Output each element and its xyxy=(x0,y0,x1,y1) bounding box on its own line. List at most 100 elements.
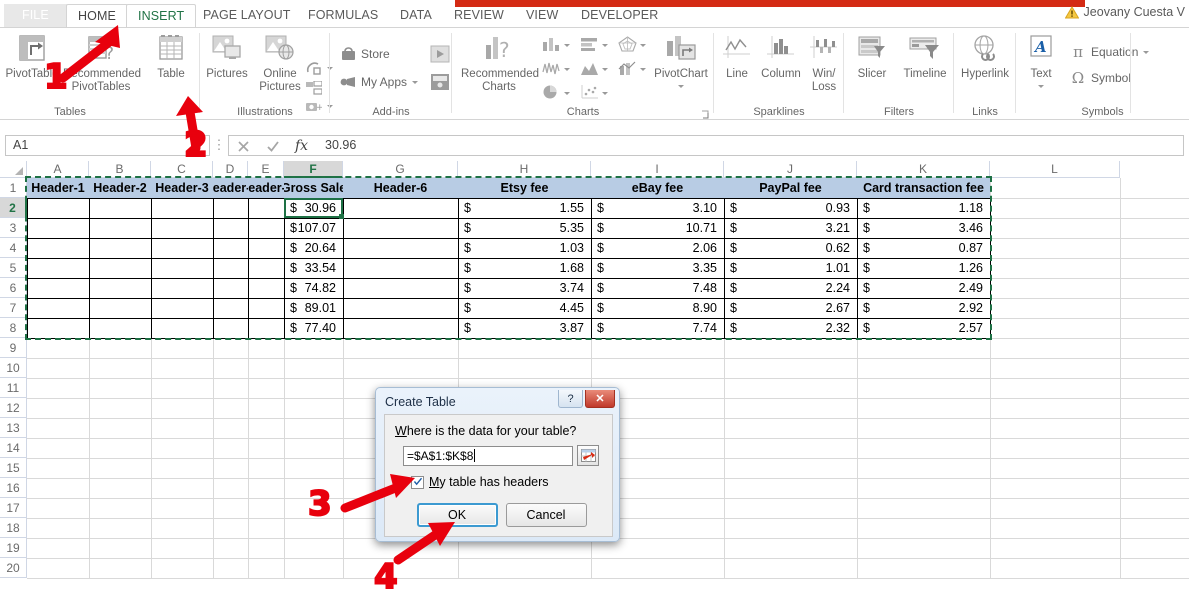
cell-K1[interactable]: Card transaction fee xyxy=(857,178,990,198)
cell-A4[interactable] xyxy=(27,238,89,258)
cell-J5[interactable]: $1.01 xyxy=(724,258,857,278)
cell-H5[interactable]: $1.68 xyxy=(458,258,591,278)
cell-D8[interactable] xyxy=(213,318,248,338)
row-header-13[interactable]: 13 xyxy=(0,418,27,438)
cell-F7[interactable]: $89.01 xyxy=(284,298,343,318)
select-all-corner[interactable] xyxy=(0,161,27,178)
cancel-button[interactable]: Cancel xyxy=(505,503,587,527)
timeline-button[interactable]: Timeline xyxy=(896,31,954,81)
column-header-J[interactable]: J xyxy=(724,161,857,178)
row-header-18[interactable]: 18 xyxy=(0,518,27,538)
recommended-charts-button[interactable]: ? Recommended Charts xyxy=(460,31,539,93)
pie-chart-caret-icon[interactable] xyxy=(564,91,570,95)
dialog-help-button[interactable]: ? xyxy=(558,390,583,408)
row-header-4[interactable]: 4 xyxy=(0,238,27,258)
formula-bar-handle[interactable]: ⋮ xyxy=(210,137,228,153)
cell-I1[interactable]: eBay fee xyxy=(591,178,724,198)
cell-J2[interactable]: $0.93 xyxy=(724,198,857,218)
cell-E8[interactable] xyxy=(248,318,284,338)
row-header-7[interactable]: 7 xyxy=(0,298,27,318)
tab-view[interactable]: VIEW xyxy=(515,4,569,28)
cell-G7[interactable] xyxy=(343,298,458,318)
cell-J1[interactable]: PayPal fee xyxy=(724,178,857,198)
column-header-B[interactable]: B xyxy=(89,161,151,178)
recommended-pivottables-button[interactable]: ? Recommended PivotTables xyxy=(62,31,141,93)
cell-F6[interactable]: $74.82 xyxy=(284,278,343,298)
cell-H7[interactable]: $4.45 xyxy=(458,298,591,318)
cell-D4[interactable] xyxy=(213,238,248,258)
column-header-G[interactable]: G xyxy=(343,161,458,178)
cell-J3[interactable]: $3.21 xyxy=(724,218,857,238)
cell-D2[interactable] xyxy=(213,198,248,218)
scatter-chart-button[interactable] xyxy=(580,81,618,105)
name-box-dropdown-icon[interactable] xyxy=(194,138,206,152)
column-header-F[interactable]: F xyxy=(284,161,343,178)
cell-A8[interactable] xyxy=(27,318,89,338)
cell-G5[interactable] xyxy=(343,258,458,278)
tab-developer[interactable]: DEVELOPER xyxy=(570,4,669,28)
cell-E1[interactable]: Header-5 xyxy=(248,178,284,198)
radar-chart-caret-icon[interactable] xyxy=(640,43,646,47)
my-apps-button[interactable]: My Apps xyxy=(340,72,419,92)
cell-E2[interactable] xyxy=(248,198,284,218)
cell-C4[interactable] xyxy=(151,238,213,258)
cell-A1[interactable]: Header-1 xyxy=(27,178,89,198)
dialog-close-button[interactable]: ✕ xyxy=(585,390,615,408)
cell-G4[interactable] xyxy=(343,238,458,258)
cell-I8[interactable]: $7.74 xyxy=(591,318,724,338)
cell-B2[interactable] xyxy=(89,198,151,218)
cell-I6[interactable]: $7.48 xyxy=(591,278,724,298)
pictures-button[interactable]: Pictures xyxy=(200,31,254,81)
cell-I2[interactable]: $3.10 xyxy=(591,198,724,218)
cell-D6[interactable] xyxy=(213,278,248,298)
row-header-2[interactable]: 2 xyxy=(0,198,27,218)
tab-home[interactable]: HOME xyxy=(66,4,128,28)
cell-B1[interactable]: Header-2 xyxy=(89,178,151,198)
cell-H8[interactable]: $3.87 xyxy=(458,318,591,338)
hyperlink-button[interactable]: Hyperlink xyxy=(954,31,1016,81)
cell-F3[interactable]: $107.07 xyxy=(284,218,343,238)
row-header-1[interactable]: 1 xyxy=(0,178,27,198)
tab-insert[interactable]: INSERT xyxy=(126,4,197,28)
scatter-chart-caret-icon[interactable] xyxy=(602,91,608,95)
tab-data[interactable]: DATA xyxy=(389,4,443,28)
cell-J4[interactable]: $0.62 xyxy=(724,238,857,258)
cell-E3[interactable] xyxy=(248,218,284,238)
cell-F5[interactable]: $33.54 xyxy=(284,258,343,278)
pivotchart-caret-icon[interactable] xyxy=(678,85,684,89)
cell-D1[interactable]: Header-4 xyxy=(213,178,248,198)
cell-C7[interactable] xyxy=(151,298,213,318)
column-chart-caret-icon[interactable] xyxy=(564,43,570,47)
cell-K6[interactable]: $2.49 xyxy=(857,278,990,298)
column-chart-button[interactable] xyxy=(542,33,580,57)
my-apps-caret-icon[interactable] xyxy=(412,80,419,84)
cell-B3[interactable] xyxy=(89,218,151,238)
sparkline-column-button[interactable]: Column xyxy=(758,31,804,81)
stock-chart-caret-icon[interactable] xyxy=(564,67,570,71)
cell-B7[interactable] xyxy=(89,298,151,318)
column-header-D[interactable]: D xyxy=(213,161,248,178)
bar-chart-button[interactable] xyxy=(580,33,618,57)
pivotchart-button[interactable]: PivotChart xyxy=(650,31,712,93)
smartart-button[interactable] xyxy=(306,78,322,98)
row-header-20[interactable]: 20 xyxy=(0,558,27,578)
cell-B8[interactable] xyxy=(89,318,151,338)
range-picker-button[interactable] xyxy=(577,445,599,466)
cell-F4[interactable]: $20.64 xyxy=(284,238,343,258)
cell-K7[interactable]: $2.92 xyxy=(857,298,990,318)
cell-B4[interactable] xyxy=(89,238,151,258)
symbol-button[interactable]: Ω Symbol xyxy=(1070,68,1131,88)
stock-chart-button[interactable] xyxy=(542,57,580,81)
pivottable-button[interactable]: PivotTable xyxy=(2,31,62,81)
cell-I5[interactable]: $3.35 xyxy=(591,258,724,278)
cell-H3[interactable]: $5.35 xyxy=(458,218,591,238)
row-header-15[interactable]: 15 xyxy=(0,458,27,478)
cell-H6[interactable]: $3.74 xyxy=(458,278,591,298)
cell-K3[interactable]: $3.46 xyxy=(857,218,990,238)
cell-F1[interactable]: Gross Sale xyxy=(284,178,343,198)
cell-G1[interactable]: Header-6 xyxy=(343,178,458,198)
column-header-E[interactable]: E xyxy=(248,161,284,178)
text-caret-icon[interactable] xyxy=(1038,84,1044,88)
table-range-input[interactable]: =$A$1:$K$8 xyxy=(403,445,573,466)
cell-G8[interactable] xyxy=(343,318,458,338)
